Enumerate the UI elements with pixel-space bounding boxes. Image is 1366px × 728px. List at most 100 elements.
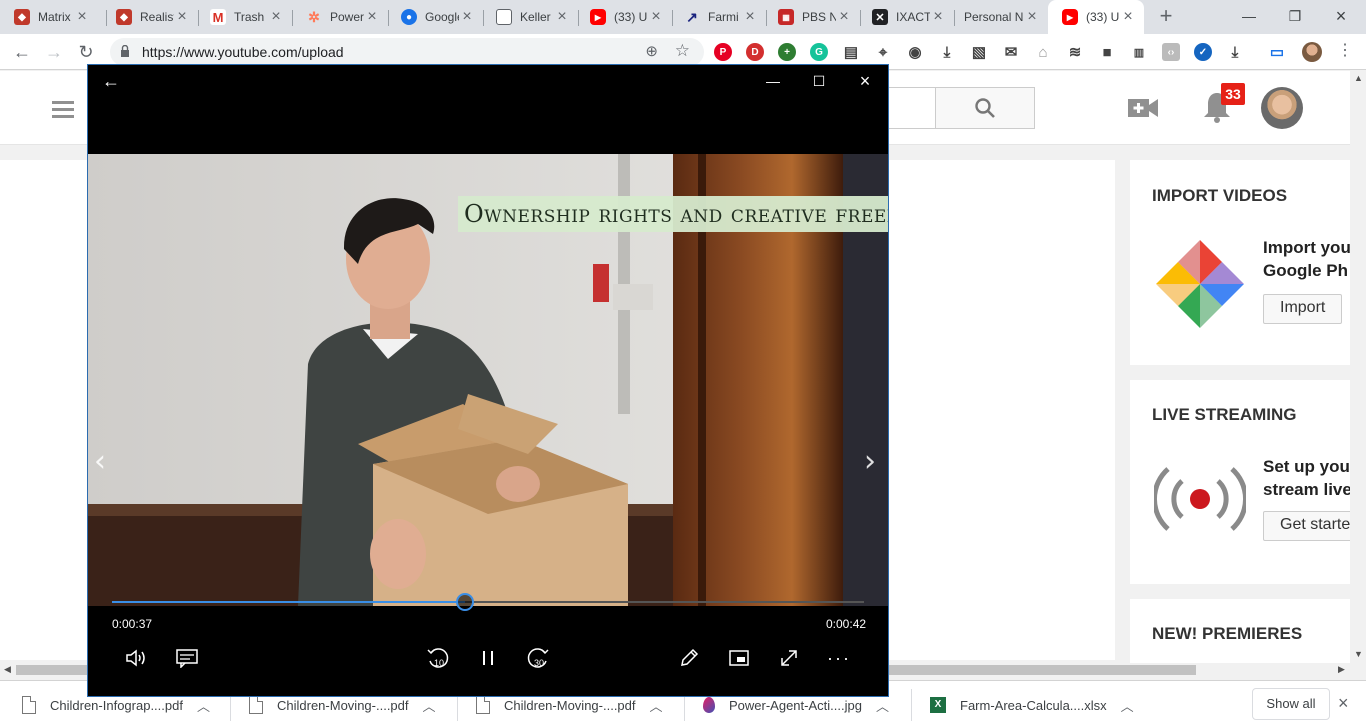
tab-title: Power bbox=[330, 10, 364, 24]
browser-tab[interactable]: ● Google × bbox=[387, 0, 483, 34]
browser-tab[interactable]: ◆ Matrix × bbox=[0, 0, 98, 34]
close-icon[interactable]: × bbox=[742, 9, 758, 25]
youtube-icon: ▶ bbox=[590, 9, 606, 25]
profile-avatar[interactable] bbox=[1302, 42, 1322, 62]
live-text-line2: stream live bbox=[1263, 480, 1352, 499]
close-icon[interactable]: × bbox=[648, 9, 664, 25]
chat-extension-icon[interactable]: ▤ bbox=[842, 43, 860, 61]
pdf-file-icon bbox=[476, 696, 490, 714]
close-icon[interactable]: × bbox=[1120, 9, 1136, 25]
volume-icon[interactable] bbox=[124, 645, 150, 671]
notification-count-badge: 33 bbox=[1221, 83, 1245, 105]
scroll-right-arrow-icon[interactable]: ▶ bbox=[1338, 664, 1345, 675]
close-icon[interactable]: × bbox=[930, 9, 946, 25]
wifi-extension-icon[interactable]: ≋ bbox=[1066, 43, 1084, 61]
premieres-title: NEW! PREMIERES bbox=[1152, 624, 1303, 643]
reload-icon[interactable]: ↻ bbox=[74, 40, 98, 64]
browser-tab[interactable]: M Trash × bbox=[196, 0, 292, 34]
chevron-up-icon[interactable]: ︿ bbox=[876, 696, 889, 715]
blue-extension-icon[interactable]: ✓ bbox=[1194, 43, 1212, 61]
show-all-button[interactable]: Show all bbox=[1252, 688, 1330, 720]
zoom-icon[interactable]: ⊕ bbox=[645, 42, 658, 60]
browser-tab[interactable]: ▦ PBS N × bbox=[764, 0, 860, 34]
video-camera-extension-icon[interactable]: ■ bbox=[1098, 43, 1116, 61]
mini-view-icon[interactable] bbox=[726, 645, 752, 671]
back-arrow-icon[interactable]: ← bbox=[10, 40, 34, 64]
edit-pencil-icon[interactable] bbox=[676, 645, 702, 671]
close-icon[interactable]: × bbox=[364, 9, 380, 25]
close-icon[interactable]: × bbox=[174, 9, 190, 25]
forward-arrow-icon[interactable]: → bbox=[42, 40, 66, 64]
search-button[interactable] bbox=[935, 87, 1035, 129]
cast-icon[interactable]: ▭ bbox=[1268, 43, 1286, 61]
scroll-up-arrow-icon[interactable]: ▲ bbox=[1354, 73, 1363, 83]
browser-tab[interactable]: Keller × bbox=[482, 0, 578, 34]
video-player-window: ← — ☐ × Ownership rights and creative fr… bbox=[87, 64, 889, 697]
skip-back-icon[interactable]: 10 bbox=[425, 645, 451, 671]
video-frame[interactable]: Ownership rights and creative freedom ‹ … bbox=[88, 154, 888, 606]
vertical-scrollbar[interactable]: ▲ ▼ bbox=[1350, 71, 1366, 663]
hamburger-menu-icon[interactable] bbox=[52, 101, 74, 122]
close-icon[interactable]: × bbox=[1338, 693, 1349, 714]
bookmark-star-icon[interactable]: ☆ bbox=[675, 41, 690, 61]
subtitles-icon[interactable] bbox=[174, 645, 200, 671]
close-icon[interactable]: × bbox=[268, 9, 284, 25]
next-arrow-icon[interactable]: › bbox=[864, 444, 876, 479]
new-tab-button[interactable]: + bbox=[1154, 5, 1178, 29]
minimize-window-button[interactable]: — bbox=[758, 69, 788, 93]
grid-extension-icon[interactable]: ▥ bbox=[1130, 43, 1148, 61]
home-extension-icon[interactable]: ⌂ bbox=[1034, 43, 1052, 61]
restore-window-button[interactable]: ❐ bbox=[1272, 2, 1318, 30]
maximize-window-button[interactable]: ☐ bbox=[804, 69, 834, 93]
skip-back-seconds: 10 bbox=[434, 658, 445, 668]
browser-tab[interactable]: ✕ IXACT × bbox=[858, 0, 954, 34]
browser-tab[interactable]: ↗ Farmi × bbox=[670, 0, 766, 34]
download-tray-icon[interactable]: ⤓ bbox=[1226, 43, 1244, 61]
minimize-window-button[interactable]: — bbox=[1226, 2, 1272, 30]
green-plus-extension-icon[interactable]: + bbox=[778, 43, 796, 61]
close-window-button[interactable]: × bbox=[850, 69, 880, 93]
grammarly-extension-icon[interactable]: G bbox=[810, 43, 828, 61]
seek-bar[interactable] bbox=[112, 593, 864, 611]
code-extension-icon[interactable]: ‹› bbox=[1162, 43, 1180, 61]
crosshair-extension-icon[interactable]: ⌖ bbox=[874, 43, 892, 61]
chevron-up-icon[interactable]: ︿ bbox=[1121, 696, 1134, 715]
download-extension-icon[interactable]: ⤓ bbox=[938, 43, 956, 61]
more-options-icon[interactable]: ··· bbox=[826, 645, 852, 671]
live-text-line1: Set up your bbox=[1263, 457, 1357, 476]
close-window-button[interactable]: × bbox=[1318, 2, 1364, 30]
mail-extension-icon[interactable]: ✉ bbox=[1002, 43, 1020, 61]
import-button[interactable]: Import bbox=[1263, 294, 1343, 324]
browser-tab[interactable]: ✲ Power × bbox=[292, 0, 388, 34]
browser-tab[interactable]: Personal N × bbox=[952, 0, 1048, 34]
close-icon[interactable]: × bbox=[554, 9, 570, 25]
close-icon[interactable]: × bbox=[74, 9, 90, 25]
address-bar[interactable]: https://www.youtube.com/upload ⊕ ☆ bbox=[110, 38, 704, 66]
close-icon[interactable]: × bbox=[459, 9, 475, 25]
pause-icon[interactable] bbox=[475, 645, 501, 671]
back-arrow-icon[interactable]: ← bbox=[102, 71, 120, 92]
eye-extension-icon[interactable]: ◉ bbox=[906, 43, 924, 61]
account-avatar[interactable] bbox=[1261, 87, 1303, 129]
browser-tab[interactable]: ▶ (33) U × bbox=[576, 0, 672, 34]
scroll-left-arrow-icon[interactable]: ◀ bbox=[4, 664, 11, 675]
skip-forward-icon[interactable]: 30 bbox=[525, 645, 551, 671]
d-extension-icon[interactable]: D bbox=[746, 43, 764, 61]
download-item[interactable]: X Farm-Area-Calcula....xlsx ︿ bbox=[930, 681, 1134, 728]
create-video-icon[interactable] bbox=[1128, 99, 1158, 117]
chrome-menu-icon[interactable]: ⋮ bbox=[1337, 40, 1353, 60]
chevron-up-icon[interactable]: ︿ bbox=[650, 696, 663, 715]
pinterest-extension-icon[interactable]: P bbox=[714, 43, 732, 61]
previous-arrow-icon[interactable]: ‹ bbox=[94, 444, 106, 479]
seek-bar-thumb[interactable] bbox=[456, 593, 475, 611]
browser-tab[interactable]: ◆ Realistic × bbox=[102, 0, 198, 34]
close-icon[interactable]: × bbox=[836, 9, 852, 25]
scroll-down-arrow-icon[interactable]: ▼ bbox=[1354, 649, 1363, 659]
import-videos-card: IMPORT VIDEOS Import your Google Ph Impo… bbox=[1130, 160, 1366, 365]
document-extension-icon[interactable]: ▧ bbox=[970, 43, 988, 61]
chevron-up-icon[interactable]: ︿ bbox=[423, 696, 436, 715]
close-icon[interactable]: × bbox=[1024, 9, 1040, 25]
fullscreen-icon[interactable] bbox=[776, 645, 802, 671]
chevron-up-icon[interactable]: ︿ bbox=[197, 696, 210, 715]
browser-tab-active[interactable]: ▶ (33) U × bbox=[1048, 0, 1144, 34]
